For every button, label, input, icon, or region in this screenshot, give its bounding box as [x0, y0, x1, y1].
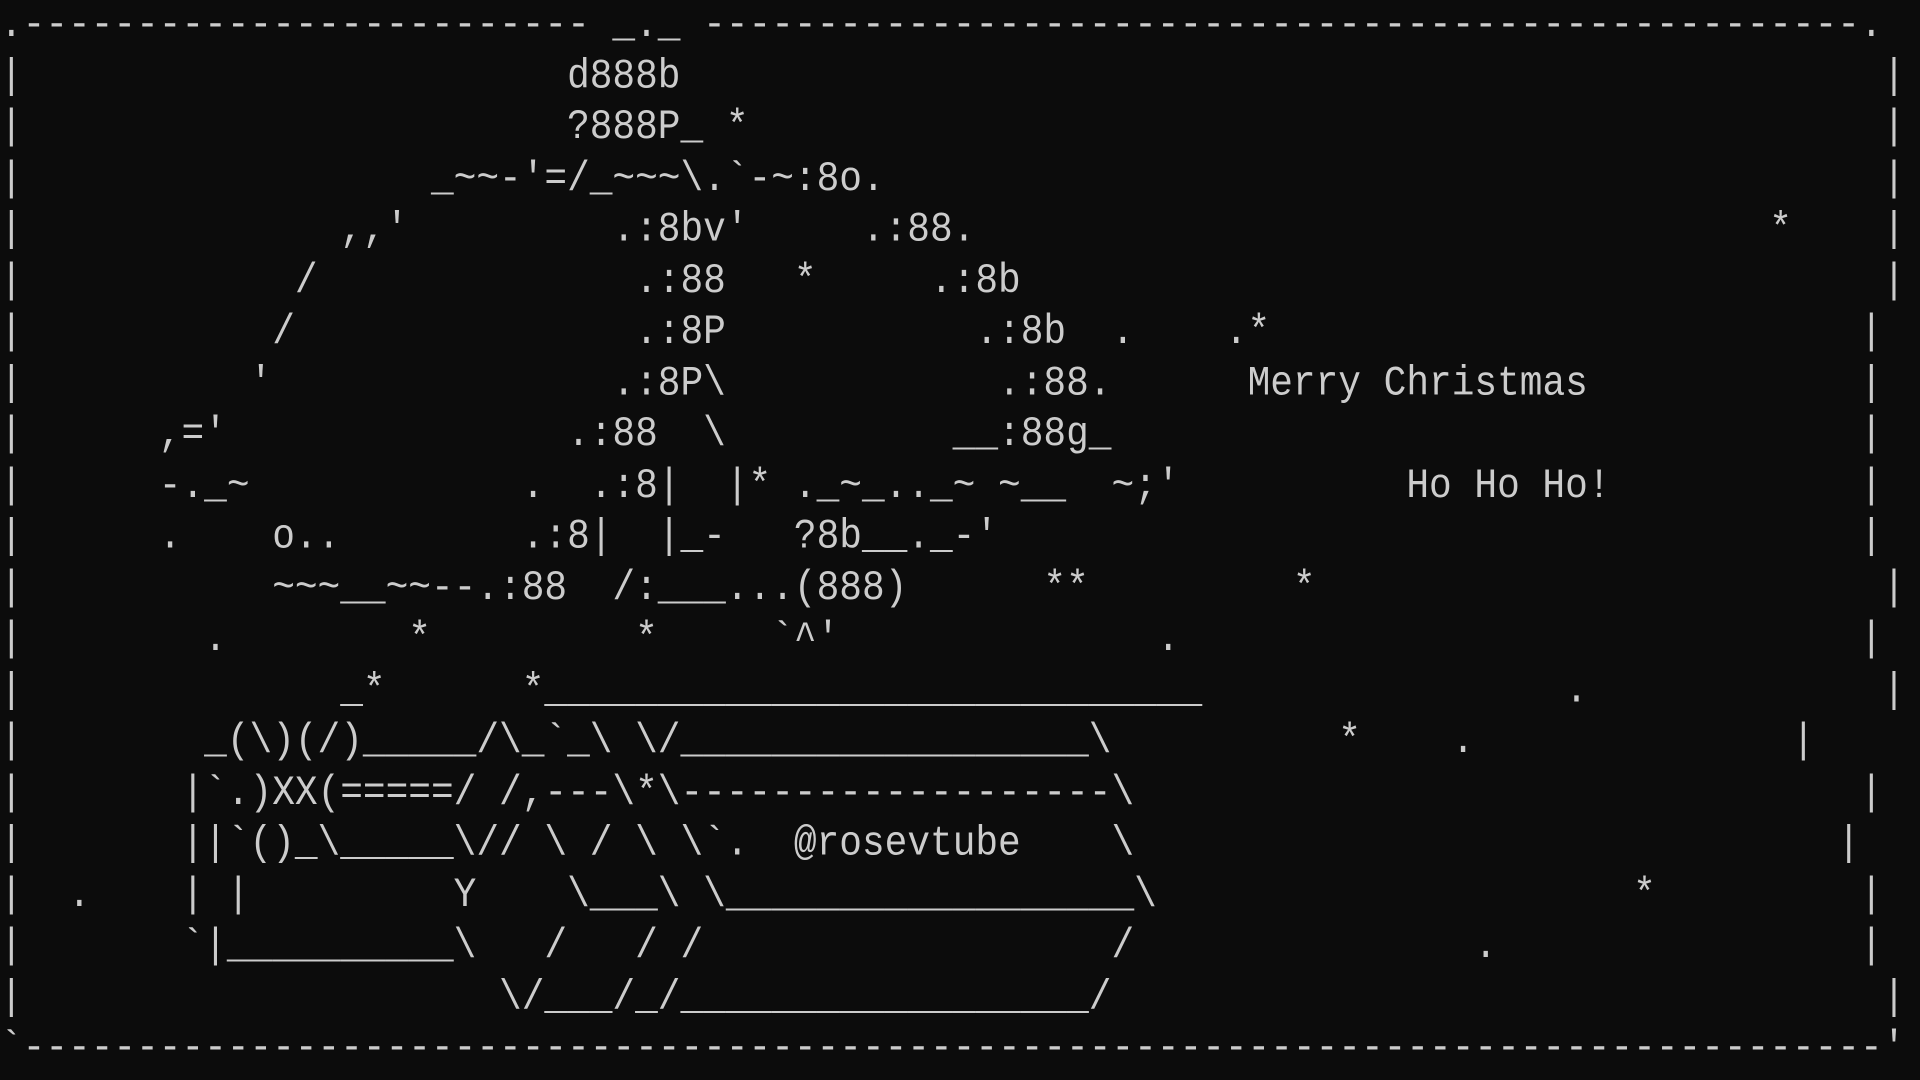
art-line: | _~~-'=/_~~~\.`-~:8o. |: [0, 154, 1906, 203]
greeting-ho-ho-ho: Ho Ho Ho!: [1406, 461, 1611, 510]
art-line: | / .:88 * .:8b |: [0, 256, 1906, 305]
art-line: | \/___/_/__________________/ |: [0, 973, 1906, 1021]
art-line: | `|__________\ / / / / . |: [0, 921, 1883, 970]
art-line: | |`.)XX(=====/ /,---\*\----------------…: [0, 768, 1883, 817]
greeting-merry-christmas: Merry Christmas: [1247, 359, 1588, 407]
art-line: | . o.. .:8| |_- ?8b__._-' |: [0, 512, 1883, 561]
art-line: | ' .:8P\ .:88. Merry Christmas |: [0, 359, 1883, 407]
terminal-window: .------------------------- _._ ---------…: [0, 0, 1920, 1080]
art-line: | -._~ . .:8| |* ._~_.._~ ~__ ~;' Ho Ho …: [0, 461, 1883, 510]
art-line: .------------------------- _._ ---------…: [0, 0, 1883, 49]
art-line: | _* *_____________________________ . |: [0, 666, 1906, 714]
art-line: | _(\)(/)_____/\_`_\ \/_________________…: [0, 717, 1815, 766]
signature-handle: @rosevtube: [793, 819, 1021, 868]
art-line: | d888b |: [0, 52, 1906, 100]
art-line: | ,,' .:8bv' .:88. * |: [0, 205, 1906, 254]
art-line: | / .:8P .:8b . .* |: [0, 307, 1883, 356]
art-line: | ,=' .:88 \ __:88g_ |: [0, 410, 1883, 459]
art-line: | . | | Y \___\ \__________________\ * |: [0, 870, 1883, 919]
art-line: | ~~~__~~--.:88 /:___...(888) ** * |: [0, 563, 1906, 612]
art-line: | . * * `^' . |: [0, 614, 1883, 663]
art-line: `---------------------------------------…: [0, 1024, 1906, 1073]
ascii-christmas-art: .------------------------- _._ ---------…: [0, 0, 1905, 1075]
art-line: | ?888P_ * |: [0, 103, 1906, 152]
art-line: | ||`()_\_____\// \ / \ \`. @rosevtube \…: [0, 819, 1861, 868]
